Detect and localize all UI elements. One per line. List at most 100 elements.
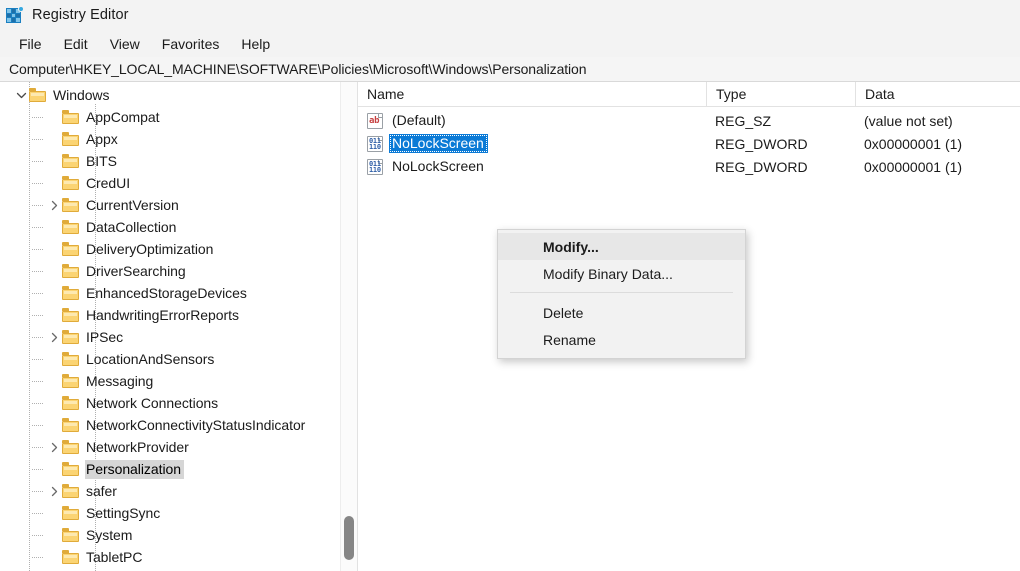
tree-vertical-scrollbar[interactable] — [340, 82, 357, 571]
tree-item[interactable]: SettingSync — [0, 502, 340, 524]
address-bar[interactable]: Computer\HKEY_LOCAL_MACHINE\SOFTWARE\Pol… — [0, 57, 1020, 82]
tree-connector — [32, 359, 43, 360]
value-name: (Default) — [392, 112, 446, 128]
tree-connector — [32, 447, 43, 448]
chevron-down-icon[interactable] — [13, 84, 29, 106]
folder-icon — [62, 242, 79, 256]
value-type: REG_SZ — [715, 112, 772, 129]
folder-icon — [62, 484, 79, 498]
chevron-right-icon[interactable] — [46, 194, 62, 216]
value-data: (value not set) — [864, 112, 953, 129]
folder-icon — [62, 330, 79, 344]
menu-help[interactable]: Help — [230, 34, 281, 54]
tree-item[interactable]: System — [0, 524, 340, 546]
value-row[interactable]: ab (Default) REG_SZ (value not set) — [358, 109, 1020, 132]
tree-item-label: DataCollection — [86, 218, 177, 235]
folder-icon — [62, 506, 79, 520]
tree-item-label: HandwritingErrorReports — [86, 306, 239, 323]
chevron-right-icon[interactable] — [46, 480, 62, 502]
context-menu-item[interactable]: Modify... — [498, 233, 745, 260]
tree-connector — [32, 249, 43, 250]
tree-connector — [32, 117, 43, 118]
tree-connector — [32, 469, 43, 470]
tree-item[interactable]: Personalization — [0, 458, 340, 480]
tree-item[interactable]: NetworkProvider — [0, 436, 340, 458]
column-header-data[interactable]: Data — [855, 82, 1020, 107]
tree-item-label: AppCompat — [86, 108, 160, 125]
folder-icon — [62, 110, 79, 124]
chevron-right-icon[interactable] — [46, 436, 62, 458]
tree-item[interactable]: Network Connections — [0, 392, 340, 414]
folder-icon — [62, 132, 79, 146]
folder-icon — [62, 264, 79, 278]
tree-item[interactable]: LocationAndSensors — [0, 348, 340, 370]
tree-item[interactable]: Messaging — [0, 370, 340, 392]
registry-tree: Windows AppCompat Appx BITS CredUI CurrentVer… — [0, 82, 340, 571]
value-row[interactable]: 011 110 NoLockScreen REG_DWORD 0x00000001 (1… — [358, 132, 1020, 155]
menu-favorites[interactable]: Favorites — [151, 34, 231, 54]
tree-connector — [32, 205, 43, 206]
dword-value-icon: 011 110 — [367, 158, 383, 175]
tree-item[interactable]: Appx — [0, 128, 340, 150]
value-row[interactable]: 011 110 NoLockScreen REG_DWORD 0x00000001 (1… — [358, 155, 1020, 178]
tree-item[interactable]: HandwritingErrorReports — [0, 304, 340, 326]
tree-item-label: Network Connections — [86, 394, 219, 411]
tree-item[interactable]: EnhancedStorageDevices — [0, 282, 340, 304]
tree-item[interactable]: Windows — [0, 84, 340, 106]
tree-connector — [32, 491, 43, 492]
registry-values-list: ab (Default) REG_SZ (value not set) 011 110 No… — [358, 107, 1020, 178]
folder-icon — [62, 396, 79, 410]
tree-twisty-placeholder — [46, 260, 62, 282]
folder-icon — [62, 528, 79, 542]
tree-item-label: System — [86, 526, 133, 543]
tree-twisty-placeholder — [46, 172, 62, 194]
values-column-header: Name Type Data — [358, 82, 1020, 107]
tree-item[interactable]: TabletPC — [0, 546, 340, 568]
folder-icon — [62, 418, 79, 432]
tree-twisty-placeholder — [46, 524, 62, 546]
tree-item-label: NetworkConnectivityStatusIndicator — [86, 416, 306, 433]
tree-twisty-placeholder — [46, 414, 62, 436]
tree-item[interactable]: CurrentVersion — [0, 194, 340, 216]
column-header-name[interactable]: Name — [358, 82, 706, 107]
folder-icon — [62, 308, 79, 322]
folder-icon — [62, 374, 79, 388]
tree-twisty-placeholder — [46, 150, 62, 172]
registry-tree-pane: Windows AppCompat Appx BITS CredUI CurrentVer… — [0, 82, 358, 571]
context-menu-item[interactable]: Modify Binary Data... — [498, 260, 745, 287]
dword-value-icon: 011 110 — [367, 135, 383, 152]
tree-twisty-placeholder — [46, 370, 62, 392]
tree-item[interactable]: DataCollection — [0, 216, 340, 238]
main-panes: Windows AppCompat Appx BITS CredUI CurrentVer… — [0, 82, 1020, 571]
context-menu-item[interactable]: Delete — [498, 299, 745, 326]
tree-item[interactable]: IPSec — [0, 326, 340, 348]
tree-connector — [32, 513, 43, 514]
tree-item[interactable]: safer — [0, 480, 340, 502]
menu-edit[interactable]: Edit — [53, 34, 99, 54]
tree-item[interactable]: CredUI — [0, 172, 340, 194]
folder-icon — [29, 88, 46, 102]
tree-connector — [32, 337, 43, 338]
menu-file[interactable]: File — [8, 34, 53, 54]
tree-item[interactable]: NetworkConnectivityStatusIndicator — [0, 414, 340, 436]
tree-twisty-placeholder — [46, 458, 62, 480]
tree-item-label: Personalization — [85, 459, 184, 479]
context-menu-item[interactable]: Rename — [498, 326, 745, 353]
tree-item[interactable]: DriverSearching — [0, 260, 340, 282]
tree-item-label: Appx — [86, 130, 118, 147]
column-header-type[interactable]: Type — [706, 82, 855, 107]
menu-view[interactable]: View — [99, 34, 151, 54]
tree-scrollbar-thumb[interactable] — [344, 516, 354, 560]
registry-editor-window: Registry Editor File Edit View Favorites… — [0, 0, 1020, 571]
tree-item[interactable]: DeliveryOptimization — [0, 238, 340, 260]
title-bar: Registry Editor — [0, 0, 1020, 30]
tree-connector — [32, 271, 43, 272]
string-value-icon: ab — [367, 112, 383, 129]
chevron-right-icon[interactable] — [46, 326, 62, 348]
tree-connector — [32, 403, 43, 404]
tree-item[interactable]: AppCompat — [0, 106, 340, 128]
tree-twisty-placeholder — [46, 128, 62, 150]
tree-connector — [32, 425, 43, 426]
tree-item[interactable]: BITS — [0, 150, 340, 172]
menu-bar: File Edit View Favorites Help — [0, 30, 1020, 57]
